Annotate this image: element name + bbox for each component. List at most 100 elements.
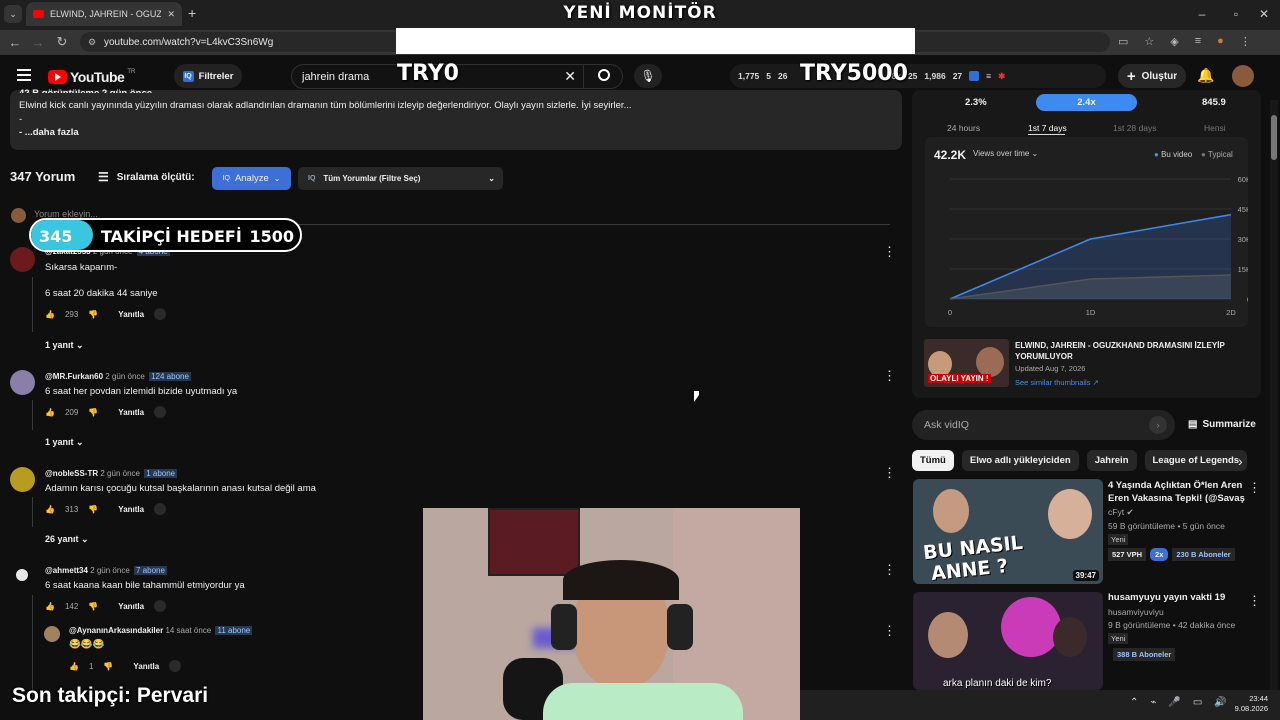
forward-icon[interactable]: → <box>28 32 48 52</box>
comment-author[interactable]: @MR.Furkan60 <box>45 372 103 381</box>
like-icon[interactable]: 👍 <box>45 505 55 514</box>
vidiq-reply-icon[interactable] <box>169 660 182 672</box>
comment-menu-icon[interactable]: ⋮ <box>883 465 896 481</box>
network-icon[interactable]: ⌁ <box>1150 697 1156 708</box>
comment-menu-icon[interactable]: ⋮ <box>883 623 896 639</box>
vidiq-reply-icon[interactable] <box>154 503 167 515</box>
comment-menu-icon[interactable]: ⋮ <box>883 244 896 260</box>
comment-author[interactable]: @AynanınArkasındakiler <box>69 626 163 635</box>
taskbar-clock[interactable]: 23:44 9.08.2026 <box>1230 694 1268 714</box>
search-icon[interactable] <box>598 69 610 81</box>
recommendation-thumbnail[interactable]: arka planın daki de kim? <box>913 592 1103 690</box>
page-scrollbar[interactable] <box>1270 100 1278 690</box>
new-tab-button[interactable]: + <box>188 5 196 21</box>
dislike-icon[interactable]: 👎 <box>88 310 98 319</box>
list-icon[interactable]: ≡ <box>986 71 991 81</box>
comment-author[interactable]: @nobleSS-TR <box>45 469 98 478</box>
avatar[interactable] <box>10 370 35 395</box>
volume-icon[interactable]: 🔊 <box>1214 697 1226 708</box>
like-icon[interactable]: 👍 <box>45 408 55 417</box>
reply-button[interactable]: Yanıtla <box>133 662 159 671</box>
dislike-icon[interactable]: 👎 <box>88 505 98 514</box>
video-description[interactable]: 42 B görüntüleme 2 gün önce Elwind kick … <box>10 88 902 150</box>
recommendation-thumbnail[interactable]: BU NASIL ANNE ? 39:47 <box>913 479 1103 584</box>
dislike-icon[interactable]: 👎 <box>88 602 98 611</box>
reload-icon[interactable]: ↻ <box>52 32 72 52</box>
chip-lol[interactable]: League of Legends <box>1144 450 1248 471</box>
display-icon[interactable]: ▭ <box>1193 697 1202 708</box>
microphone-icon[interactable]: 🎤 <box>1168 697 1180 708</box>
time-tab-3[interactable]: Hепsi <box>1204 123 1226 133</box>
back-icon[interactable]: ← <box>5 32 25 52</box>
rec-menu-icon[interactable]: ⋮ <box>1248 480 1261 496</box>
vidiq-reply-icon[interactable] <box>154 406 167 418</box>
like-icon[interactable]: 👍 <box>69 662 79 671</box>
chip-jahrein[interactable]: Jahrein <box>1086 450 1137 471</box>
reply-button[interactable]: Yanıtla <box>118 310 144 319</box>
rec-channel[interactable]: cFyt ✔ <box>1108 507 1134 518</box>
like-icon[interactable]: 👍 <box>45 602 55 611</box>
chip-uploader[interactable]: Elwo adlı yükleyiciden <box>961 450 1079 471</box>
notifications-off-icon[interactable]: ✱ <box>998 71 1005 82</box>
time-tab-0[interactable]: 24 hours <box>947 123 980 133</box>
recommendation-title[interactable]: 4 Yaşında Açlıktan Ö*len Aren Eren Vakas… <box>1108 479 1246 505</box>
reply-button[interactable]: Yanıtla <box>118 505 144 514</box>
rec-menu-icon[interactable]: ⋮ <box>1248 593 1261 609</box>
chevron-right-icon[interactable]: › <box>1238 453 1243 469</box>
analyze-button[interactable]: IQ Analyze ⌄ <box>212 167 291 190</box>
site-info-icon[interactable]: ⚙ <box>88 37 96 48</box>
avatar[interactable] <box>44 626 60 642</box>
profile-icon[interactable]: ● <box>1217 35 1224 48</box>
replies-toggle[interactable]: 1 yanıt ⌄ <box>45 340 84 351</box>
tray-chevron-icon[interactable]: ⌃ <box>1130 697 1138 708</box>
youtube-logo[interactable]: YouTube TR <box>48 69 135 85</box>
recommendation-title[interactable]: husamyuyu yayın vakti 19 <box>1108 592 1225 603</box>
chip-all[interactable]: Tümü <box>912 450 954 471</box>
send-icon[interactable]: › <box>1149 416 1167 434</box>
comment-filter-select[interactable]: IQ Tüm Yorumlar (Filtre Seç) ⌄ <box>298 167 503 190</box>
comment-author[interactable]: @ahmett34 <box>45 566 88 575</box>
minimize-icon[interactable]: – <box>1184 0 1220 28</box>
replies-toggle[interactable]: 26 yanıt ⌄ <box>45 534 89 545</box>
browser-tab[interactable]: ELWIND, JAHREIN - OGUZKHAN ✕ <box>26 2 182 26</box>
cast-icon[interactable]: ▭ <box>1118 35 1128 48</box>
tab-search-button[interactable]: ⌄ <box>4 5 22 23</box>
reply-button[interactable]: Yanıtla <box>118 408 144 417</box>
bookmark-star-icon[interactable]: ☆ <box>1144 35 1154 48</box>
description-more[interactable]: - ...daha fazla <box>19 126 893 140</box>
reply-button[interactable]: Yanıtla <box>118 602 144 611</box>
reading-list-icon[interactable]: ≡ <box>1195 35 1201 48</box>
vidiq-reply-icon[interactable] <box>154 308 167 320</box>
avatar[interactable] <box>10 247 35 272</box>
dislike-icon[interactable]: 👎 <box>88 408 98 417</box>
like-icon[interactable]: 👍 <box>45 310 55 319</box>
extensions-icon[interactable]: ◈ <box>1170 35 1178 48</box>
filters-button[interactable]: IQ Filtreler <box>174 64 242 88</box>
similar-thumbnails-link[interactable]: See similar thumbnails ↗ <box>1015 378 1099 387</box>
avatar[interactable] <box>10 467 35 492</box>
menu-icon[interactable]: ⋮ <box>1240 35 1251 48</box>
sort-button[interactable]: ☰ Sıralama ölçütü: <box>98 170 195 184</box>
comment-menu-icon[interactable]: ⋮ <box>883 562 896 578</box>
replies-toggle[interactable]: 1 yanıt ⌄ <box>45 437 84 448</box>
notifications-bell-icon[interactable]: 🔔 <box>1197 67 1214 84</box>
comment-menu-icon[interactable]: ⋮ <box>883 368 896 384</box>
summarize-button[interactable]: ▤ Summarize <box>1188 419 1256 430</box>
scrollbar-thumb[interactable] <box>1271 115 1277 160</box>
ask-vidiq-input[interactable]: Ask vidIQ › <box>912 410 1175 440</box>
time-tab-1[interactable]: 1st 7 days <box>1028 123 1067 133</box>
create-button[interactable]: + Oluştur <box>1118 64 1186 88</box>
vidiq-reply-icon[interactable] <box>154 600 167 612</box>
window-close-icon[interactable]: ✕ <box>1246 0 1280 28</box>
rec-channel[interactable]: husamviyuviyu <box>1108 607 1164 617</box>
search-clear-icon[interactable]: ✕ <box>564 68 576 85</box>
vidiq-badge-icon[interactable] <box>969 71 980 81</box>
avatar[interactable] <box>10 565 35 590</box>
dislike-icon[interactable]: 👎 <box>103 662 113 671</box>
voice-search-icon[interactable]: 🎙 <box>634 64 662 88</box>
hamburger-icon[interactable] <box>17 69 31 81</box>
time-tab-2[interactable]: 1st 28 days <box>1113 123 1156 133</box>
video-thumbnail[interactable]: OLAYLI YAYIN ! <box>924 339 1009 387</box>
tab-close-icon[interactable]: ✕ <box>167 9 175 20</box>
account-avatar[interactable] <box>1232 65 1254 87</box>
